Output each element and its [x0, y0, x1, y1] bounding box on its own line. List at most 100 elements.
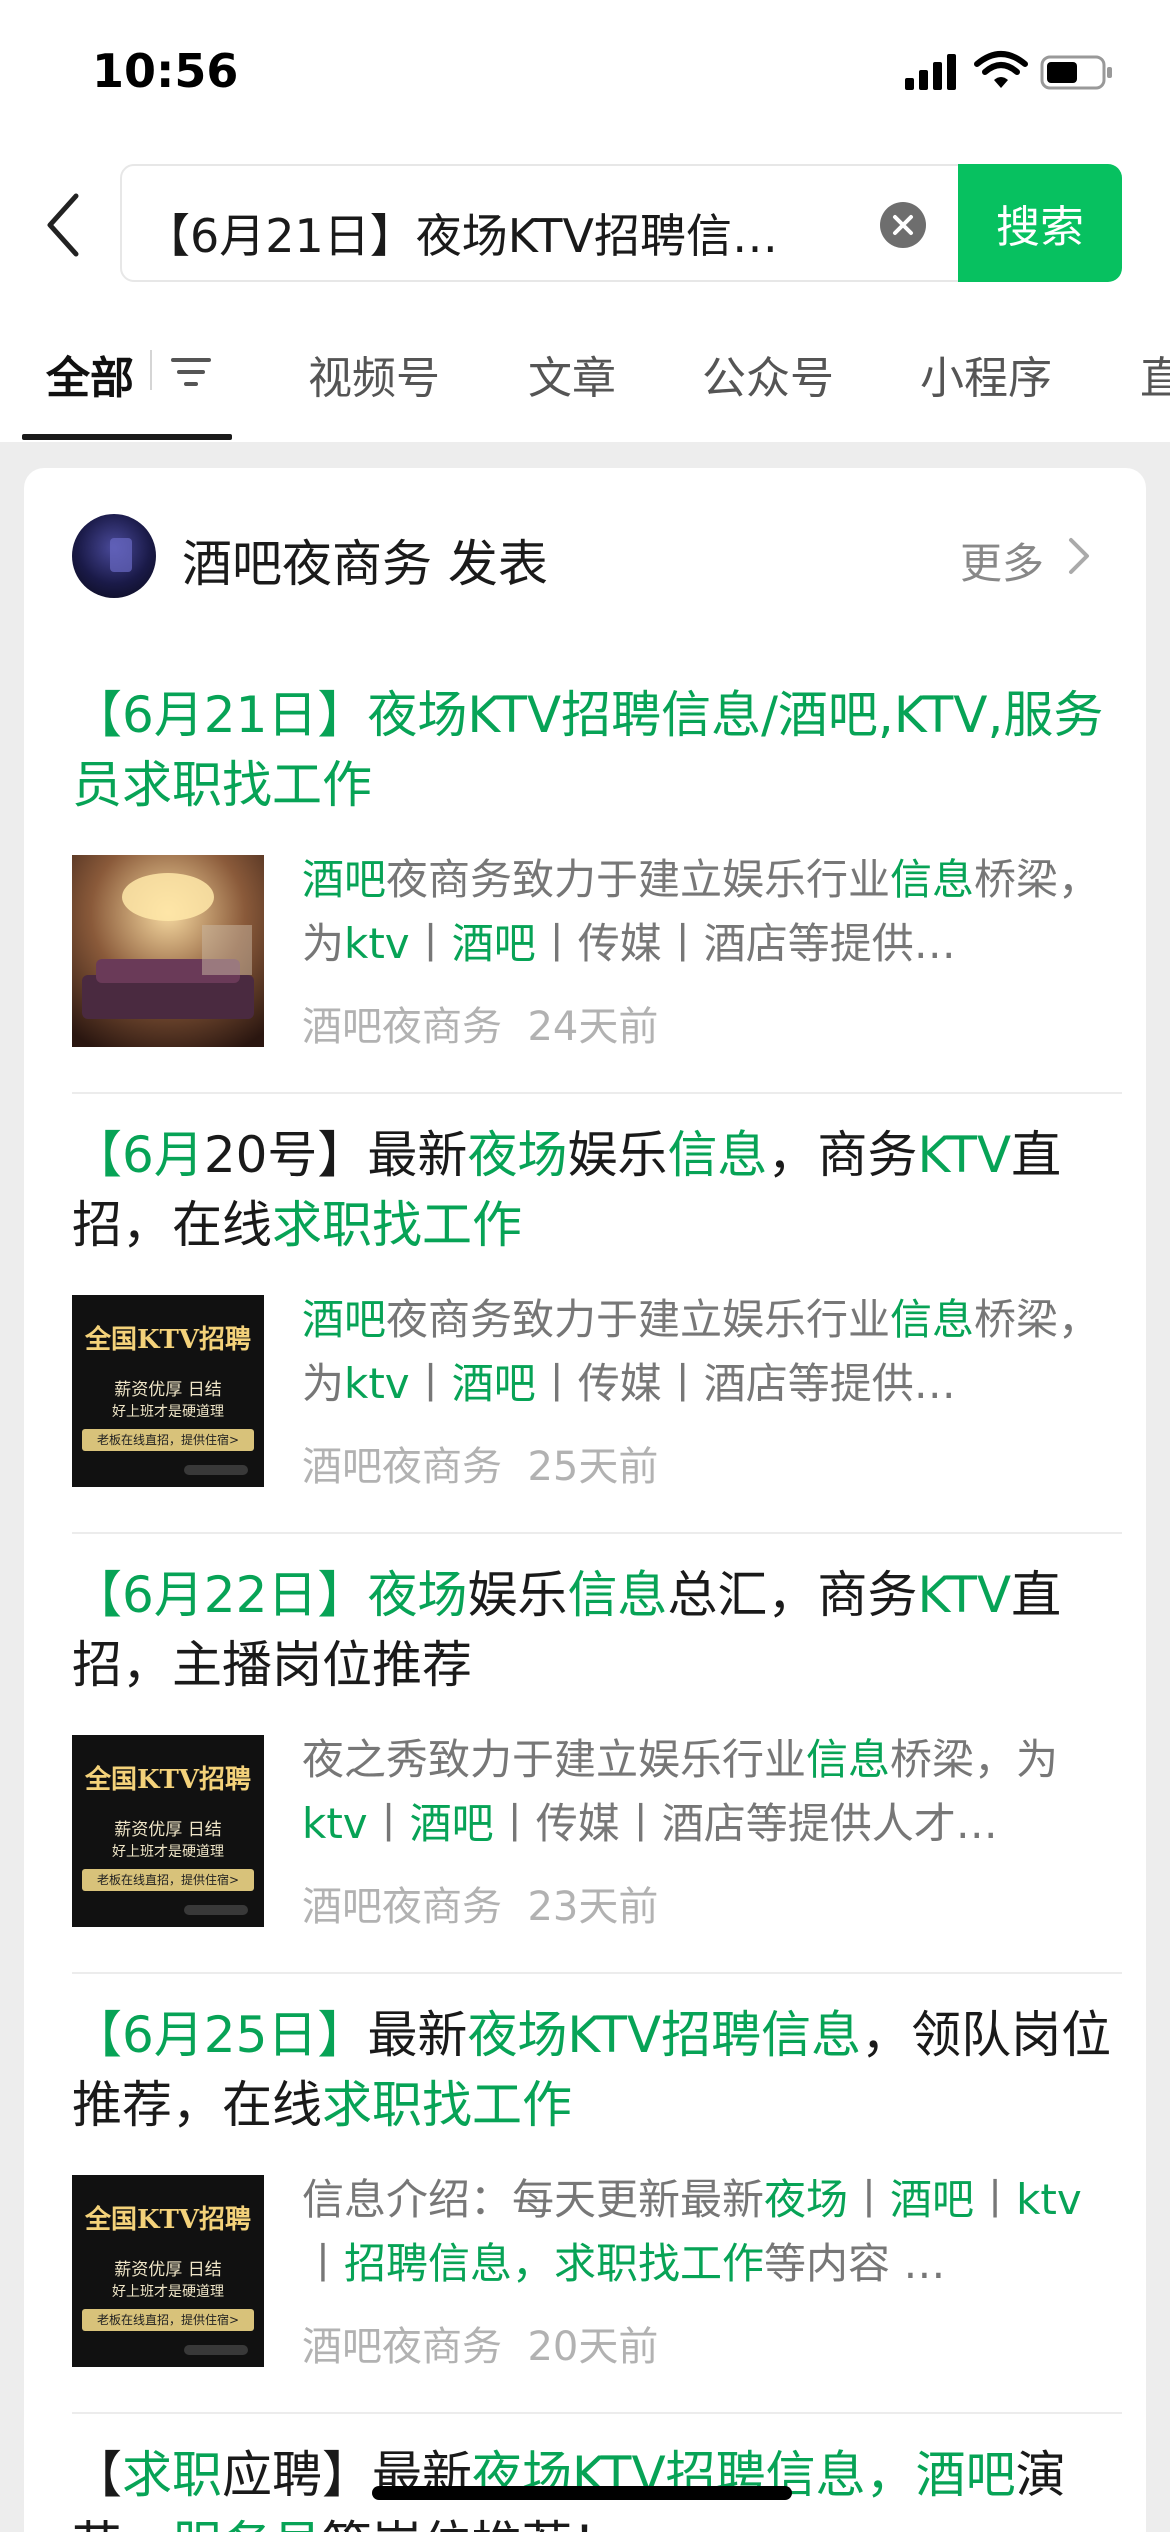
- text-segment: 丨: [848, 2175, 891, 2224]
- text-segment: 娱乐: [467, 1566, 568, 1624]
- more-link[interactable]: 更多: [960, 530, 1044, 591]
- highlighted-keyword: 夜场: [367, 1566, 468, 1624]
- text-segment: 夜商务致力于建立娱乐行业: [386, 1295, 891, 1344]
- tab-mini-programs[interactable]: 小程序: [920, 342, 1052, 406]
- chevron-right-icon[interactable]: [1066, 536, 1092, 576]
- battery-icon: [1040, 55, 1112, 90]
- article-meta: 酒吧夜商务 25天前: [302, 1434, 658, 1492]
- divider: [72, 1532, 1122, 1534]
- article-title[interactable]: 【6月21日】夜场KTV招聘信息/酒吧,KTV,服务员求职找工作: [72, 680, 1122, 820]
- divider: [72, 2412, 1122, 2414]
- highlighted-keyword: 求职找工作: [322, 2076, 572, 2134]
- poster-band: 老板在线直招，提供住宿>: [82, 2309, 254, 2331]
- text-segment: 丨传媒丨酒店等提供…: [535, 1359, 956, 1408]
- text-segment: 丨: [409, 1359, 452, 1408]
- highlighted-keyword: 夜场: [764, 2175, 849, 2224]
- account-results-card: 酒吧夜商务 发表 更多 【6月21日】夜场KTV招聘信息/酒吧,KTV,服务员求…: [24, 468, 1146, 2532]
- highlighted-keyword: ktv: [1016, 2175, 1082, 2224]
- article-source: 酒吧夜商务: [302, 1444, 502, 1490]
- highlighted-keyword: 信息: [667, 1126, 768, 1184]
- highlighted-keyword: 酒吧: [409, 1799, 494, 1848]
- text-segment: 丨: [409, 919, 452, 968]
- article-snippet: 酒吧夜商务致力于建立娱乐行业信息桥梁，为ktv丨酒吧丨传媒丨酒店等提供…: [302, 1288, 1102, 1416]
- article-item[interactable]: 【6月20号】最新夜场娱乐信息，商务KTV直招，在线求职找工作 全国KTV招聘 …: [72, 1120, 1122, 1534]
- article-title[interactable]: 【6月25日】最新夜场KTV招聘信息，领队岗位推荐，在线求职找工作: [72, 2000, 1122, 2140]
- tab-articles[interactable]: 文章: [528, 342, 616, 406]
- highlighted-keyword: KTV: [917, 1126, 1012, 1184]
- tab-divider: [150, 350, 152, 390]
- text-segment: 夜之秀致力于建立娱乐行业: [302, 1735, 807, 1784]
- article-title[interactable]: 【6月22日】夜场娱乐信息总汇，商务KTV直招，主播岗位推荐: [72, 1560, 1122, 1700]
- luxury-room-image: [72, 855, 264, 1047]
- article-source: 酒吧夜商务: [302, 2324, 502, 2370]
- article-time: 25天前: [527, 1444, 659, 1490]
- text-segment: 信息介绍：每天更新最新: [302, 2175, 765, 2224]
- text-segment: 丨传媒丨酒店等提供人才…: [493, 1799, 998, 1848]
- tab-all[interactable]: 全部: [46, 342, 134, 406]
- search-query-text: 【6月21日】夜场KTV招聘信…: [144, 209, 778, 263]
- article-thumbnail[interactable]: 全国KTV招聘 薪资优厚 日结 好上班才是硬道理 老板在线直招，提供住宿>: [72, 2175, 264, 2367]
- text-segment: 丨: [367, 1799, 410, 1848]
- poster-line2: 好上班才是硬道理: [112, 1844, 224, 1860]
- top-header: 10:56 【6月21日】夜场KTV招聘信… 搜索 全部 视频号 文章 公众号 …: [0, 0, 1170, 442]
- text-segment: 总汇，商务: [667, 1566, 918, 1624]
- highlighted-keyword: ktv: [344, 919, 410, 968]
- account-name[interactable]: 酒吧夜商务 发表: [182, 524, 548, 596]
- article-item[interactable]: 【6月21日】夜场KTV招聘信息/酒吧,KTV,服务员求职找工作 酒吧夜商务致力…: [72, 680, 1122, 1094]
- search-button[interactable]: 搜索: [958, 164, 1122, 282]
- highlighted-keyword: 酒吧: [302, 855, 387, 904]
- poster-line2: 好上班才是硬道理: [112, 2284, 224, 2300]
- article-meta: 酒吧夜商务 23天前: [302, 1874, 658, 1932]
- highlighted-keyword: KTV: [917, 1566, 1012, 1624]
- filter-icon[interactable]: [170, 354, 212, 390]
- text-segment: 20号】最新: [203, 1126, 468, 1184]
- text-segment: 最新: [367, 2006, 468, 2064]
- text-segment: 丨: [302, 2239, 345, 2288]
- highlighted-keyword: 酒吧: [451, 919, 536, 968]
- article-item[interactable]: 【6月25日】最新夜场KTV招聘信息，领队岗位推荐，在线求职找工作 全国KTV招…: [72, 2000, 1122, 2414]
- article-thumbnail[interactable]: 全国KTV招聘 薪资优厚 日结 好上班才是硬道理 老板在线直招，提供住宿>: [72, 1735, 264, 1927]
- article-thumbnail[interactable]: [72, 855, 264, 1047]
- status-time: 10:56: [92, 44, 239, 98]
- poster-line1: 薪资优厚 日结: [114, 1820, 222, 1840]
- tab-official-accounts[interactable]: 公众号: [702, 342, 834, 406]
- highlighted-keyword: 酒吧: [451, 1359, 536, 1408]
- highlighted-keyword: 服务员: [172, 2516, 322, 2532]
- poster-title: 全国KTV招聘: [84, 1325, 252, 1355]
- article-thumbnail[interactable]: 全国KTV招聘 薪资优厚 日结 好上班才是硬道理 老板在线直招，提供住宿>: [72, 1295, 264, 1487]
- watermark: [184, 1465, 248, 1475]
- article-item[interactable]: 【6月22日】夜场娱乐信息总汇，商务KTV直招，主播岗位推荐 全国KTV招聘 薪…: [72, 1560, 1122, 1974]
- text-segment: 娱乐: [567, 1126, 668, 1184]
- highlighted-keyword: 信息: [890, 855, 975, 904]
- article-snippet: 信息介绍：每天更新最新夜场丨酒吧丨ktv丨招聘信息，求职找工作等内容 …: [302, 2168, 1102, 2296]
- tab-live[interactable]: 直: [1140, 342, 1170, 406]
- highlighted-keyword: ktv: [344, 1359, 410, 1408]
- article-snippet: 夜之秀致力于建立娱乐行业信息桥梁，为 ktv丨酒吧丨传媒丨酒店等提供人才…: [302, 1728, 1102, 1856]
- account-avatar[interactable]: [72, 514, 156, 598]
- poster-title: 全国KTV招聘: [84, 2205, 252, 2235]
- article-time: 20天前: [527, 2324, 659, 2370]
- cellular-signal-icon: [905, 54, 956, 90]
- text-segment: 丨: [974, 2175, 1017, 2224]
- poster-band: 老板在线直招，提供住宿>: [82, 1429, 254, 1451]
- highlighted-keyword: 求职找工作: [272, 1196, 522, 1254]
- home-indicator: [372, 2486, 792, 2500]
- text-segment: 丨传媒丨酒店等提供…: [535, 919, 956, 968]
- poster-line1: 薪资优厚 日结: [114, 2260, 222, 2280]
- highlighted-keyword: 夜场: [467, 1126, 568, 1184]
- highlighted-keyword: 酒吧: [890, 2175, 975, 2224]
- back-arrow-icon[interactable]: [40, 190, 90, 260]
- text-segment: 等内容 …: [764, 2239, 946, 2288]
- text-segment: 【: [72, 2446, 122, 2504]
- search-input[interactable]: 【6月21日】夜场KTV招聘信…: [120, 164, 960, 282]
- tab-channels[interactable]: 视频号: [308, 342, 440, 406]
- highlighted-keyword: 【6月: [72, 1126, 204, 1184]
- article-meta: 酒吧夜商务 24天前: [302, 994, 658, 1052]
- wifi-icon: [974, 51, 1028, 88]
- clear-search-icon[interactable]: [878, 200, 928, 250]
- article-title[interactable]: 【6月20号】最新夜场娱乐信息，商务KTV直招，在线求职找工作: [72, 1120, 1122, 1260]
- article-source: 酒吧夜商务: [302, 1004, 502, 1050]
- highlighted-keyword: 【6月22日】: [72, 1566, 368, 1624]
- active-tab-indicator: [22, 434, 232, 440]
- divider: [72, 1972, 1122, 1974]
